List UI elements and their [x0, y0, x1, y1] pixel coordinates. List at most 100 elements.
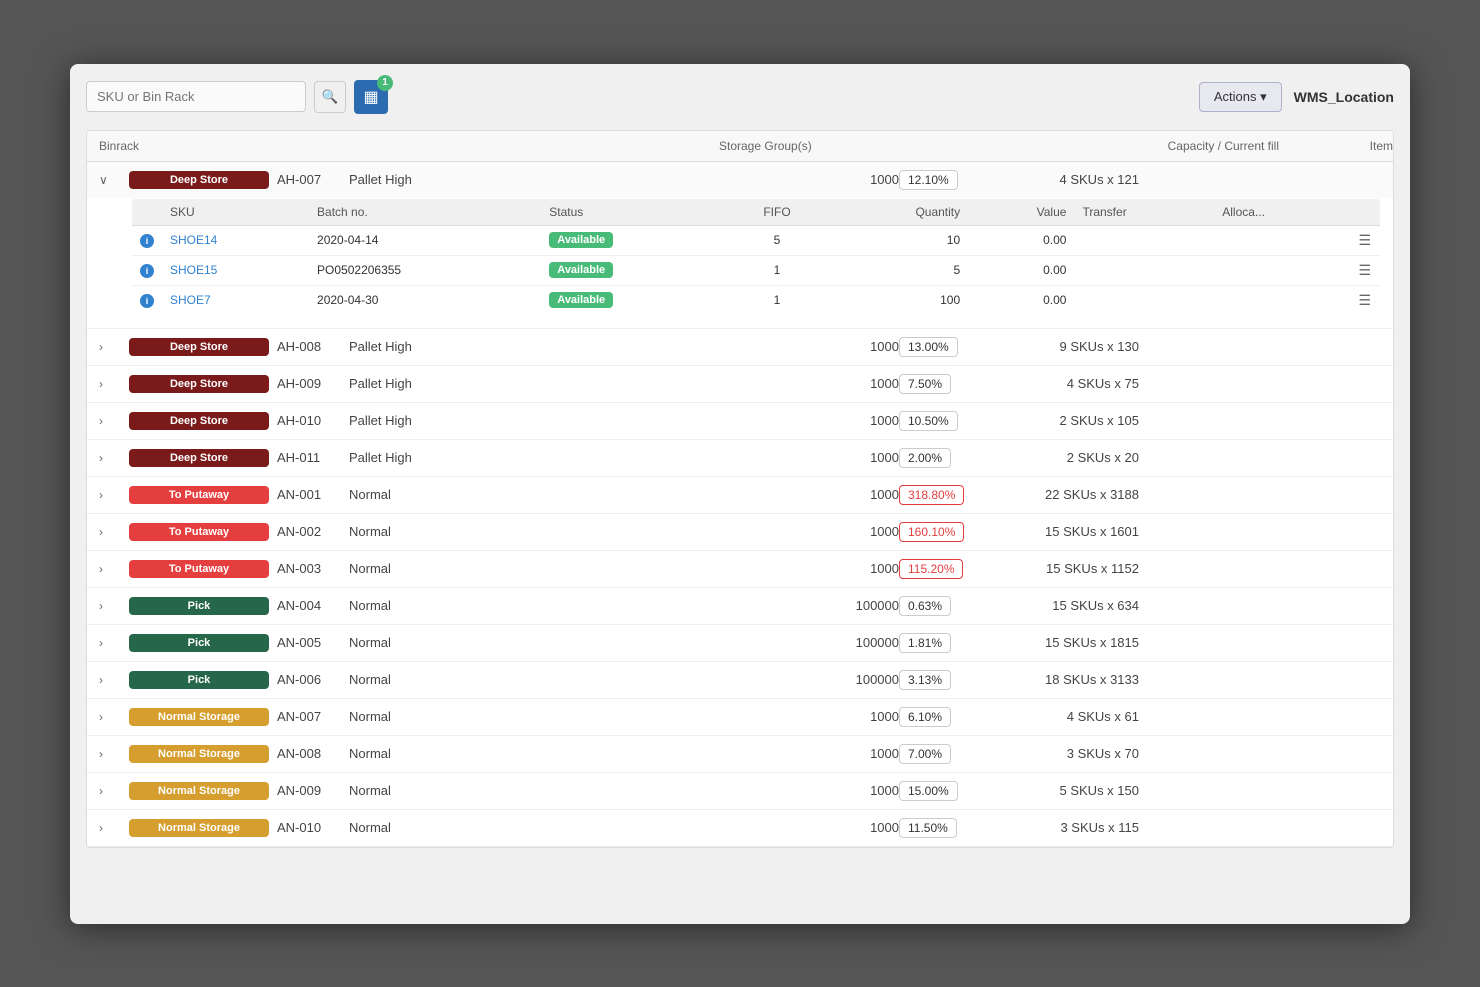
sub-col-info [132, 198, 163, 225]
storage-group: Normal [349, 820, 719, 835]
chevron-icon[interactable]: › [99, 488, 129, 502]
binrack-id: AN-002 [269, 524, 349, 539]
sub-col-status: Status [541, 198, 726, 225]
fill-badge-cell: 12.10% [899, 170, 1019, 190]
actions-button[interactable]: Actions ▾ [1199, 82, 1282, 112]
binrack-id: AH-009 [269, 376, 349, 391]
storage-group: Normal [349, 598, 719, 613]
search-input[interactable] [86, 81, 306, 112]
fifo-cell: 1 [727, 255, 828, 285]
sub-col-fifo: FIFO [727, 198, 828, 225]
binrack-id: AH-007 [269, 172, 349, 187]
capacity-value: 1000 [719, 413, 899, 428]
fill-badge: 11.50% [899, 818, 957, 838]
chevron-icon[interactable]: › [99, 636, 129, 650]
tag-label: Deep Store [129, 338, 269, 356]
sub-col-batch: Batch no. [309, 198, 541, 225]
tag-label: Normal Storage [129, 708, 269, 726]
sub-col-sku: SKU [162, 198, 309, 225]
chevron-icon[interactable]: › [99, 525, 129, 539]
tag-label: Deep Store [129, 171, 269, 189]
chevron-icon[interactable]: › [99, 673, 129, 687]
quantity-cell: 5 [827, 255, 968, 285]
search-button[interactable]: 🔍 [314, 81, 346, 113]
capacity-value: 1000 [719, 450, 899, 465]
menu-icon[interactable]: ☰ [1359, 292, 1372, 308]
tag-label: Deep Store [129, 375, 269, 393]
items-count: 4 SKUs x 121 [1019, 172, 1139, 187]
chevron-icon[interactable]: › [99, 599, 129, 613]
info-cell: i [132, 285, 163, 315]
capacity-value: 1000 [719, 172, 899, 187]
chevron-icon[interactable]: › [99, 747, 129, 761]
chevron-icon[interactable]: › [99, 377, 129, 391]
binrack-row: › Pick AN-006 Normal 100000 3.13% 18 SKU… [87, 662, 1393, 699]
binrack-row: › Normal Storage AN-008 Normal 1000 7.00… [87, 736, 1393, 773]
fill-badge-cell: 0.63% [899, 596, 1019, 616]
chevron-icon[interactable]: › [99, 414, 129, 428]
menu-icon[interactable]: ☰ [1359, 232, 1372, 248]
status-cell: Available [541, 285, 726, 315]
fill-badge-cell: 15.00% [899, 781, 1019, 801]
chevron-icon[interactable]: › [99, 562, 129, 576]
sku-link[interactable]: SHOE15 [170, 263, 217, 277]
chevron-icon[interactable]: › [99, 784, 129, 798]
storage-group: Normal [349, 746, 719, 761]
quantity-cell: 10 [827, 225, 968, 255]
chevron-icon[interactable]: › [99, 340, 129, 354]
tag-label: Pick [129, 634, 269, 652]
fill-badge-cell: 3.13% [899, 670, 1019, 690]
fill-badge: 160.10% [899, 522, 964, 542]
filter-badge: 1 [377, 75, 393, 91]
sku-link[interactable]: SHOE14 [170, 233, 217, 247]
tag-label: Deep Store [129, 449, 269, 467]
fill-badge-cell: 318.80% [899, 485, 1019, 505]
chevron-icon[interactable]: › [99, 451, 129, 465]
fill-badge-cell: 160.10% [899, 522, 1019, 542]
search-icon: 🔍 [322, 89, 339, 105]
table-row: i SHOE14 2020-04-14 Available 5 10 0.00 … [132, 225, 1381, 255]
binrack-id: AN-006 [269, 672, 349, 687]
binrack-id: AN-003 [269, 561, 349, 576]
binrack-id: AN-004 [269, 598, 349, 613]
toolbar-right: Actions ▾ WMS_Location [1199, 82, 1394, 112]
capacity-value: 100000 [719, 672, 899, 687]
tag-label: To Putaway [129, 523, 269, 541]
sub-col-menu [1351, 198, 1381, 225]
info-cell: i [132, 225, 163, 255]
sku-cell: SHOE7 [162, 285, 309, 315]
binrack-row: › Deep Store AH-010 Pallet High 1000 10.… [87, 403, 1393, 440]
tag-label: Pick [129, 597, 269, 615]
alloca-cell [1214, 255, 1350, 285]
sub-col-alloca: Alloca... [1214, 198, 1350, 225]
chevron-icon[interactable]: › [99, 710, 129, 724]
binrack-id: AN-010 [269, 820, 349, 835]
binrack-row: › Normal Storage AN-007 Normal 1000 6.10… [87, 699, 1393, 736]
sku-link[interactable]: SHOE7 [170, 293, 211, 307]
fill-badge: 13.00% [899, 337, 958, 357]
transfer-cell [1074, 255, 1214, 285]
chevron-icon[interactable]: ∨ [99, 173, 129, 187]
info-icon[interactable]: i [140, 234, 154, 248]
filter-icon: ▦ [363, 87, 378, 107]
chevron-icon[interactable]: › [99, 821, 129, 835]
sub-header-row: SKU Batch no. Status FIFO Quantity Value… [132, 198, 1381, 225]
storage-group: Pallet High [349, 450, 719, 465]
tag-label: Normal Storage [129, 819, 269, 837]
items-count: 3 SKUs x 115 [1019, 820, 1139, 835]
wms-label: WMS_Location [1294, 89, 1394, 105]
value-cell: 0.00 [968, 285, 1074, 315]
sub-col-quantity: Quantity [827, 198, 968, 225]
fill-badge: 7.00% [899, 744, 951, 764]
binrack-row: › To Putaway AN-001 Normal 1000 318.80% … [87, 477, 1393, 514]
menu-cell: ☰ [1351, 255, 1381, 285]
fill-badge: 1.81% [899, 633, 951, 653]
filter-button[interactable]: ▦ 1 [354, 80, 388, 114]
fill-badge-cell: 11.50% [899, 818, 1019, 838]
sub-col-transfer: Transfer [1074, 198, 1214, 225]
info-icon[interactable]: i [140, 264, 154, 278]
info-icon[interactable]: i [140, 294, 154, 308]
menu-icon[interactable]: ☰ [1359, 262, 1372, 278]
sub-table-wrapper: SKU Batch no. Status FIFO Quantity Value… [87, 198, 1393, 329]
col-header-storage: Storage Group(s) [719, 139, 1099, 153]
